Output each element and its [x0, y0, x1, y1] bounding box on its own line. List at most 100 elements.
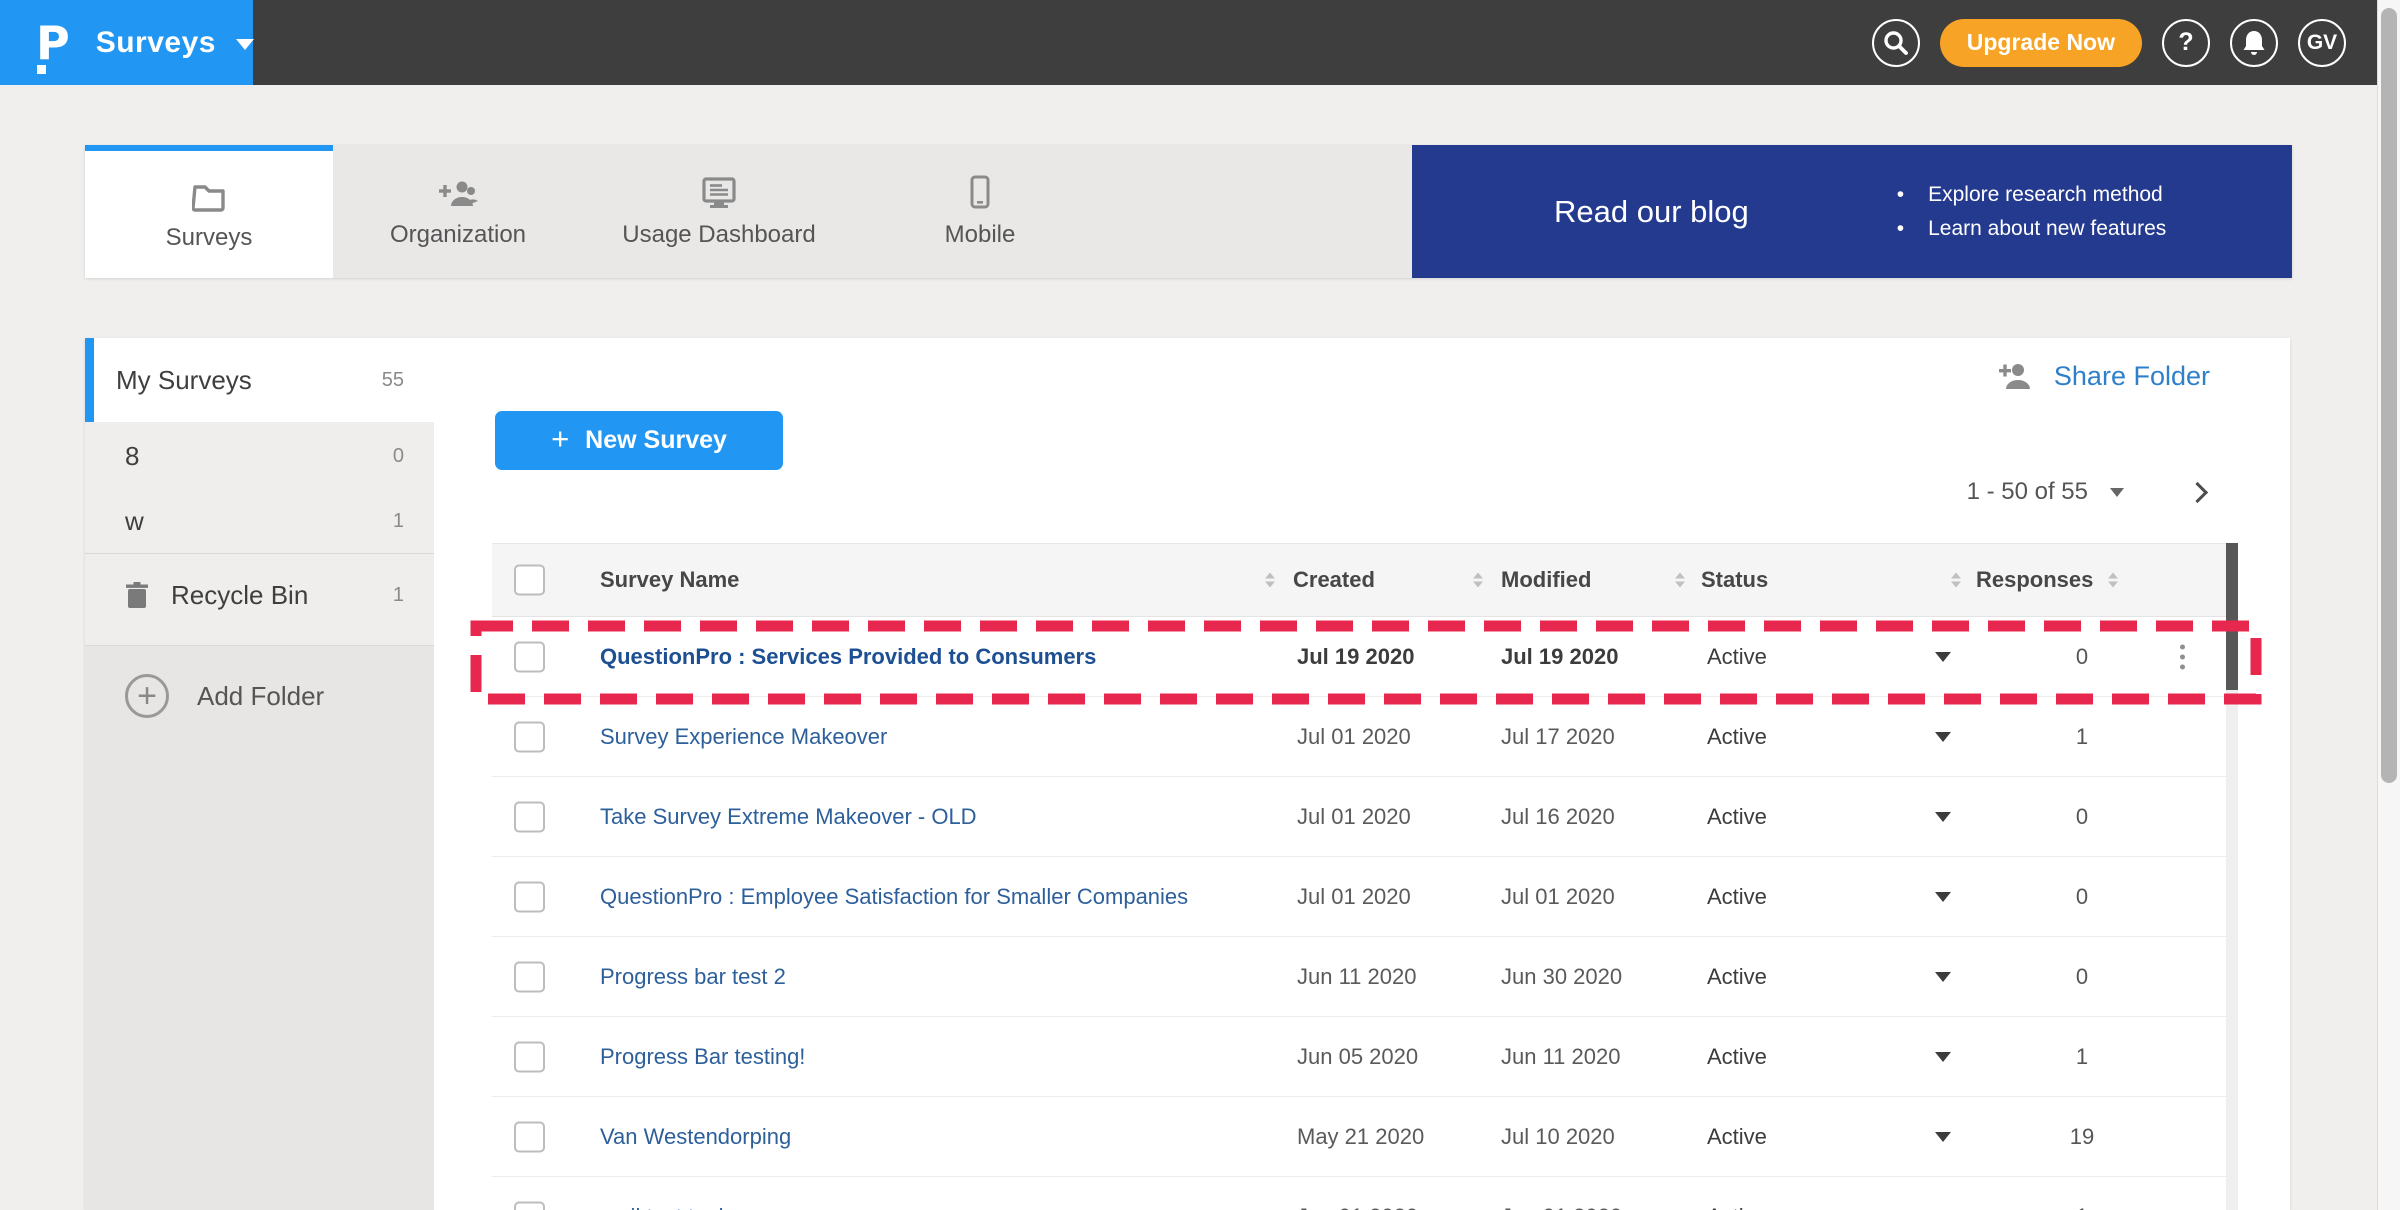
survey-name-link[interactable]: Progress bar test 2	[600, 964, 786, 990]
survey-name-link[interactable]: Take Survey Extreme Makeover - OLD	[600, 804, 977, 830]
column-header-status[interactable]: Status	[1701, 567, 1768, 593]
row-checkbox[interactable]	[514, 961, 545, 992]
topbar: P Surveys Upgrade Now ? GV	[0, 0, 2400, 85]
survey-name-link[interactable]: QuestionPro : Services Provided to Consu…	[600, 644, 1096, 670]
question-mark-icon: ?	[2178, 28, 2193, 57]
row-checkbox[interactable]	[514, 641, 545, 672]
table-scrollbar-thumb[interactable]	[2226, 543, 2238, 690]
sidebar-item-my-surveys[interactable]: My Surveys55	[85, 338, 434, 422]
avatar[interactable]: GV	[2298, 19, 2346, 67]
notifications-button[interactable]	[2230, 19, 2278, 67]
add-folder-button[interactable]: + Add Folder	[85, 646, 434, 746]
created-date: Jun 11 2020	[1297, 964, 1416, 990]
created-date: Jun 01 2020	[1297, 1204, 1418, 1210]
row-checkbox[interactable]	[514, 1201, 545, 1210]
product-switcher[interactable]: P Surveys	[0, 0, 253, 85]
survey-name-link[interactable]: mail test tool	[600, 1204, 724, 1210]
row-checkbox[interactable]	[514, 1121, 545, 1152]
responses-count: 1	[2032, 724, 2132, 750]
sort-icon[interactable]	[1951, 573, 1961, 588]
search-icon	[1883, 30, 1909, 56]
status-dropdown-caret[interactable]	[1935, 732, 1951, 742]
tab-label: Organization	[390, 221, 526, 249]
column-header-responses[interactable]: Responses	[1976, 567, 2093, 593]
status-dropdown-caret[interactable]	[1935, 652, 1951, 662]
add-folder-label: Add Folder	[197, 681, 324, 712]
tab-mobile[interactable]: Mobile	[855, 145, 1105, 278]
status-value: Active	[1707, 1124, 1767, 1150]
select-all-checkbox[interactable]	[514, 565, 545, 596]
search-button[interactable]	[1872, 19, 1920, 67]
row-checkbox[interactable]	[514, 801, 545, 832]
created-date: Jul 19 2020	[1297, 644, 1414, 670]
sort-icon[interactable]	[2108, 573, 2118, 588]
folder-name: My Surveys	[116, 365, 252, 396]
upgrade-button[interactable]: Upgrade Now	[1940, 19, 2142, 67]
column-header-modified[interactable]: Modified	[1501, 567, 1591, 593]
folder-name: w	[125, 506, 144, 537]
column-header-survey-name[interactable]: Survey Name	[600, 567, 739, 593]
plus-icon: +	[551, 421, 569, 457]
surveys-panel: My Surveys5580w1Recycle Bin1 + Add Folde…	[85, 338, 2290, 1210]
row-checkbox[interactable]	[514, 881, 545, 912]
survey-name-link[interactable]: Van Westendorping	[600, 1124, 791, 1150]
modified-date: Jul 19 2020	[1501, 644, 1618, 670]
table-row: Van WestendorpingMay 21 2020Jul 10 2020A…	[492, 1097, 2237, 1177]
modified-date: Jun 30 2020	[1501, 964, 1622, 990]
new-survey-button[interactable]: + New Survey	[495, 411, 783, 470]
column-header-created[interactable]: Created	[1293, 567, 1375, 593]
tab-usage-dashboard[interactable]: Usage Dashboard	[583, 145, 855, 278]
tab-label: Usage Dashboard	[622, 221, 815, 249]
table-scrollbar[interactable]	[2226, 543, 2238, 1210]
blog-bullet-list: Explore research methodLearn about new f…	[1897, 173, 2167, 251]
tab-surveys[interactable]: Surveys	[85, 145, 333, 278]
share-folder-link[interactable]: Share Folder	[1998, 354, 2210, 398]
status-value: Active	[1707, 804, 1767, 830]
mobile-icon	[970, 175, 990, 209]
folders-sidebar: My Surveys5580w1Recycle Bin1 + Add Folde…	[85, 338, 434, 1210]
sidebar-item-w[interactable]: w1	[85, 490, 434, 553]
blog-banner[interactable]: Read our blog Explore research methodLea…	[1412, 145, 2292, 278]
status-value: Active	[1707, 964, 1767, 990]
help-button[interactable]: ?	[2162, 19, 2210, 67]
page-size-caret-icon[interactable]	[2110, 488, 2124, 497]
tab-organization[interactable]: Organization	[333, 145, 583, 278]
table-row: QuestionPro : Services Provided to Consu…	[492, 617, 2237, 697]
sidebar-item-recycle-bin[interactable]: Recycle Bin1	[85, 554, 434, 636]
new-survey-label: New Survey	[585, 426, 727, 455]
survey-name-link[interactable]: Progress Bar testing!	[600, 1044, 805, 1070]
chevron-down-icon	[236, 39, 254, 50]
survey-name-link[interactable]: Survey Experience Makeover	[600, 724, 887, 750]
sort-icon[interactable]	[1675, 573, 1685, 588]
pagination: 1 - 50 of 55	[1967, 474, 2205, 510]
row-checkbox[interactable]	[514, 721, 545, 752]
tab-label: Surveys	[166, 224, 253, 252]
table-row: Take Survey Extreme Makeover - OLD Jul 01…	[492, 777, 2237, 857]
status-value: Active	[1707, 1044, 1767, 1070]
surveys-table: Survey Name Created Modified Status Resp…	[492, 543, 2237, 1210]
row-menu-button[interactable]	[2180, 639, 2185, 674]
responses-count: 1	[2032, 1204, 2132, 1210]
status-value: Active	[1707, 644, 1767, 670]
status-dropdown-caret[interactable]	[1935, 812, 1951, 822]
sort-icon[interactable]	[1265, 573, 1275, 588]
status-dropdown-caret[interactable]	[1935, 1132, 1951, 1142]
responses-count: 0	[2032, 964, 2132, 990]
page-scrollbar-thumb[interactable]	[2381, 8, 2397, 783]
sort-icon[interactable]	[1473, 573, 1483, 588]
modified-date: Jul 17 2020	[1501, 724, 1615, 750]
status-dropdown-caret[interactable]	[1935, 972, 1951, 982]
created-date: Jun 05 2020	[1297, 1044, 1418, 1070]
sidebar-item-8[interactable]: 80	[85, 422, 434, 490]
blog-bullet: Explore research method	[1897, 183, 2167, 207]
survey-name-link[interactable]: QuestionPro : Employee Satisfaction for …	[600, 884, 1188, 910]
dashboard-icon	[701, 175, 737, 209]
status-dropdown-caret[interactable]	[1935, 892, 1951, 902]
page-scrollbar[interactable]	[2377, 0, 2400, 1210]
created-date: Jul 01 2020	[1297, 804, 1411, 830]
row-checkbox[interactable]	[514, 1041, 545, 1072]
next-page-button[interactable]	[2187, 481, 2208, 502]
avatar-initials: GV	[2307, 31, 2337, 55]
status-dropdown-caret[interactable]	[1935, 1052, 1951, 1062]
table-row: Survey Experience MakeoverJul 01 2020Jul…	[492, 697, 2237, 777]
